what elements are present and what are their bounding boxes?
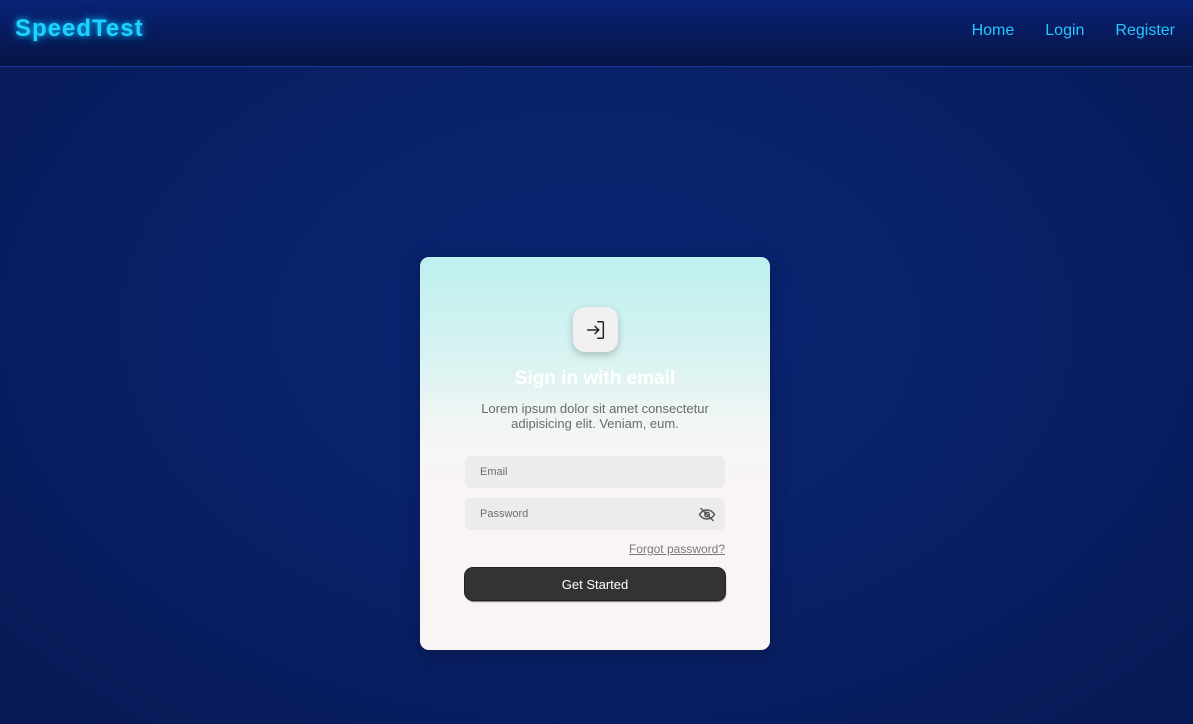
- forgot-password-link[interactable]: Forgot password?: [629, 542, 725, 556]
- sign-in-icon: [573, 307, 618, 352]
- card-title: Sign in with email: [514, 368, 676, 389]
- password-field-wrapper: [465, 498, 725, 530]
- email-field[interactable]: [465, 456, 725, 488]
- get-started-button[interactable]: Get Started: [465, 568, 725, 600]
- eye-off-icon[interactable]: [698, 507, 716, 522]
- login-card: Sign in with email Lorem ipsum dolor sit…: [420, 257, 770, 650]
- nav-link-login[interactable]: Login: [1045, 22, 1084, 40]
- nav-links: Home Login Register: [972, 22, 1175, 40]
- brand-logo[interactable]: SpeedTest: [15, 15, 144, 43]
- top-navbar: SpeedTest Home Login Register: [0, 0, 1193, 67]
- password-field[interactable]: [465, 498, 725, 530]
- nav-link-register[interactable]: Register: [1115, 22, 1175, 40]
- nav-link-home[interactable]: Home: [972, 22, 1015, 40]
- card-description: Lorem ipsum dolor sit amet consectetur a…: [481, 401, 709, 431]
